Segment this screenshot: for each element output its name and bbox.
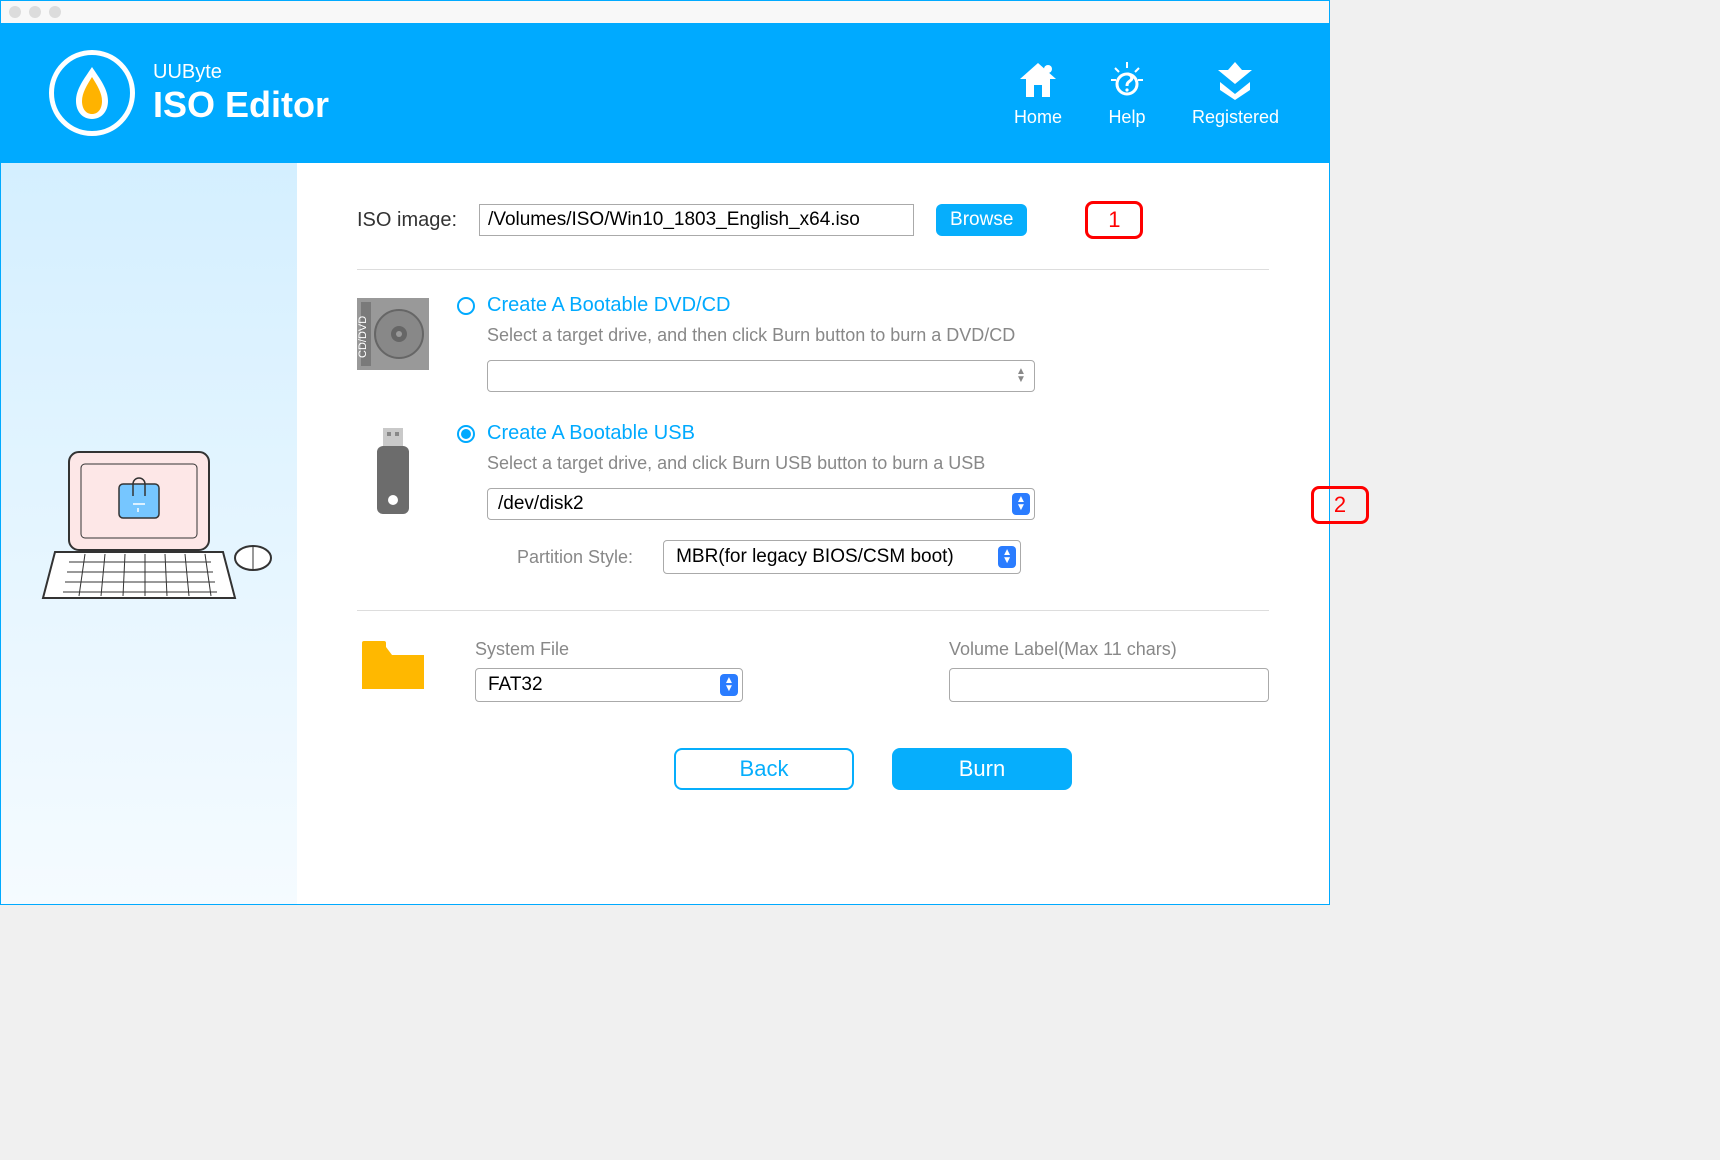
burn-button[interactable]: Burn bbox=[892, 748, 1072, 790]
main-panel: ISO image: Browse 1 CD/DVD Create A Boot… bbox=[297, 163, 1329, 904]
sidebar bbox=[1, 163, 297, 904]
option-dvd-desc: Select a target drive, and then click Bu… bbox=[487, 325, 1269, 346]
volume-label-label: Volume Label(Max 11 chars) bbox=[949, 639, 1269, 660]
usb-icon bbox=[357, 422, 429, 574]
iso-image-row: ISO image: Browse 1 bbox=[357, 201, 1269, 270]
laptop-illustration-icon bbox=[25, 434, 273, 634]
browse-button[interactable]: Browse bbox=[936, 204, 1027, 236]
annotation-2: 2 bbox=[1311, 486, 1369, 524]
help-button[interactable]: Help bbox=[1106, 59, 1148, 128]
stepper-icon: ▲▼ bbox=[1012, 493, 1030, 515]
partition-style-combo[interactable]: MBR(for legacy BIOS/CSM boot) ▲▼ bbox=[663, 540, 1021, 574]
volume-label-input[interactable] bbox=[949, 668, 1269, 702]
brand-subtitle: UUByte bbox=[153, 61, 329, 84]
logo-icon bbox=[49, 50, 135, 136]
mac-titlebar bbox=[1, 1, 1329, 23]
option-dvd-title: Create A Bootable DVD/CD bbox=[487, 294, 730, 317]
iso-path-input[interactable] bbox=[479, 204, 914, 236]
header-actions: Home Help Registered bbox=[1014, 59, 1279, 128]
partition-style-value: MBR(for legacy BIOS/CSM boot) bbox=[676, 546, 954, 568]
disc-icon: CD/DVD bbox=[357, 294, 429, 392]
option-usb-title: Create A Bootable USB bbox=[487, 422, 695, 445]
partition-style-label: Partition Style: bbox=[517, 547, 633, 568]
radio-usb[interactable] bbox=[457, 425, 475, 443]
dvd-drive-combo[interactable]: ▲▼ bbox=[487, 360, 1035, 392]
back-button[interactable]: Back bbox=[674, 748, 854, 790]
option-usb-desc: Select a target drive, and click Burn US… bbox=[487, 453, 1269, 474]
action-buttons: Back Burn bbox=[477, 748, 1269, 790]
help-icon bbox=[1106, 59, 1148, 101]
stepper-icon: ▲▼ bbox=[720, 674, 738, 696]
divider bbox=[357, 610, 1269, 611]
brand: UUByte ISO Editor bbox=[49, 50, 329, 136]
registered-icon bbox=[1214, 59, 1256, 101]
traffic-light-zoom-icon[interactable] bbox=[49, 6, 61, 18]
iso-image-label: ISO image: bbox=[357, 209, 457, 232]
svg-text:CD/DVD: CD/DVD bbox=[357, 316, 369, 358]
radio-dvd[interactable] bbox=[457, 297, 475, 315]
home-icon bbox=[1017, 59, 1059, 101]
annotation-1: 1 bbox=[1085, 201, 1143, 239]
header-bar: UUByte ISO Editor Home Help R bbox=[1, 23, 1329, 163]
system-file-combo[interactable]: FAT32 ▲▼ bbox=[475, 668, 743, 702]
registered-button[interactable]: Registered bbox=[1192, 59, 1279, 128]
bottom-row: System File FAT32 ▲▼ Volume Label(Max 11… bbox=[357, 639, 1269, 702]
registered-label: Registered bbox=[1192, 107, 1279, 128]
home-button[interactable]: Home bbox=[1014, 59, 1062, 128]
option-usb-block: Create A Bootable USB Select a target dr… bbox=[357, 422, 1269, 574]
brand-title: ISO Editor bbox=[153, 84, 329, 126]
traffic-light-minimize-icon[interactable] bbox=[29, 6, 41, 18]
usb-drive-value: /dev/disk2 bbox=[498, 493, 584, 515]
stepper-icon: ▲▼ bbox=[998, 546, 1016, 568]
system-file-value: FAT32 bbox=[488, 674, 543, 696]
option-dvd-block: CD/DVD Create A Bootable DVD/CD Select a… bbox=[357, 294, 1269, 392]
stepper-icon: ▲▼ bbox=[1012, 368, 1030, 384]
folder-icon bbox=[357, 639, 429, 693]
app-window: UUByte ISO Editor Home Help R bbox=[0, 0, 1330, 905]
usb-drive-combo[interactable]: /dev/disk2 ▲▼ bbox=[487, 488, 1035, 520]
help-label: Help bbox=[1108, 107, 1145, 128]
system-file-label: System File bbox=[475, 639, 743, 660]
traffic-light-close-icon[interactable] bbox=[9, 6, 21, 18]
home-label: Home bbox=[1014, 107, 1062, 128]
